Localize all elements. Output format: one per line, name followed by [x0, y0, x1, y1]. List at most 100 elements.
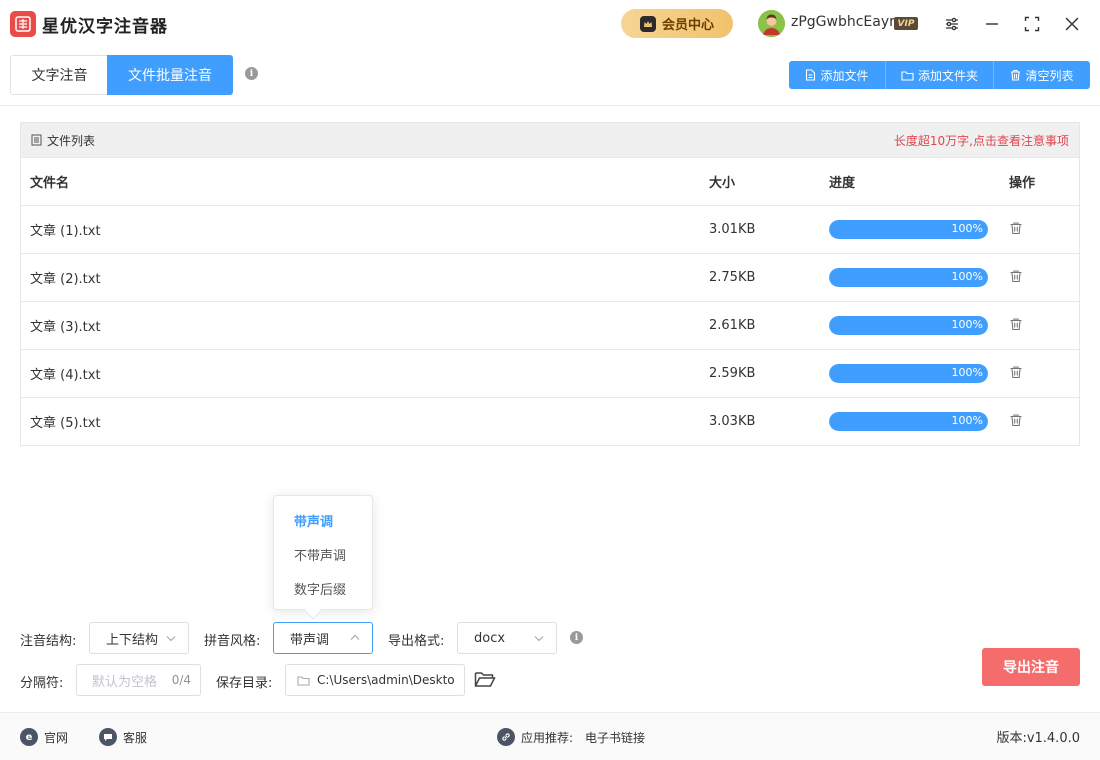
export-annotation-button[interactable]: 导出注音: [982, 648, 1080, 686]
info-icon[interactable]: i: [245, 67, 258, 80]
trash-icon: [1010, 317, 1022, 330]
settings-sliders-icon[interactable]: [940, 12, 964, 36]
chevron-down-icon: [166, 636, 176, 642]
export-format-value: docx: [474, 630, 506, 646]
file-name: 文章 (1).txt: [30, 224, 101, 239]
separator-label: 分隔符:: [20, 676, 64, 691]
divider: [0, 105, 1100, 106]
pinyin-style-select[interactable]: 带声调: [273, 622, 373, 654]
delete-row-button[interactable]: [1009, 221, 1023, 239]
ebook-link[interactable]: 电子书链接: [585, 729, 645, 746]
app-recommend: 应用推荐: 电子书链接: [497, 728, 645, 746]
separator-count: 0/4: [171, 673, 191, 687]
pinyin-style-dropdown: 带声调 不带声调 数字后缀: [273, 495, 373, 610]
folder-open-icon[interactable]: [474, 670, 496, 693]
trash-icon: [1010, 221, 1022, 234]
dropdown-option-number-suffix[interactable]: 数字后缀: [294, 579, 346, 598]
export-format-label: 导出格式:: [388, 634, 445, 649]
vip-center-label: 会员中心: [661, 18, 714, 33]
trash-icon: [1011, 69, 1021, 81]
delete-row-button[interactable]: [1009, 317, 1023, 335]
file-actions-group: 添加文件 添加文件夹 清空列表: [789, 61, 1090, 89]
separator-placeholder: 默认为空格: [92, 674, 158, 690]
support-link[interactable]: 客服: [99, 728, 147, 746]
file-list-header: 文件列表 长度超10万字,点击查看注意事项: [20, 122, 1080, 158]
trash-icon: [1010, 269, 1022, 282]
pinyin-style-value: 带声调: [290, 632, 330, 648]
chevron-down-icon: [534, 636, 544, 642]
save-dir-value: C:\Users\admin\Deskto: [317, 673, 455, 687]
progress-bar: 100%: [829, 412, 988, 431]
file-size: 2.59KB: [709, 366, 756, 381]
close-icon[interactable]: [1060, 12, 1084, 36]
avatar[interactable]: [758, 10, 785, 37]
website-link[interactable]: e 官网: [20, 728, 68, 746]
progress-bar: 100%: [829, 268, 988, 287]
recommend-label: 应用推荐:: [521, 730, 574, 745]
file-list-title: 文件列表: [31, 132, 95, 149]
dropdown-option-no-tone[interactable]: 不带声调: [294, 545, 346, 564]
file-list-title-text: 文件列表: [47, 133, 96, 148]
file-name: 文章 (5).txt: [30, 416, 101, 431]
version-text: 版本:v1.4.0.0: [996, 731, 1080, 746]
username[interactable]: zPgGwbhcEayr: [791, 14, 895, 30]
col-size: 大小: [709, 176, 736, 191]
save-dir-input[interactable]: C:\Users\admin\Deskto: [285, 664, 465, 696]
progress-bar: 100%: [829, 364, 988, 383]
vip-center-button[interactable]: 会员中心: [621, 9, 733, 38]
structure-value: 上下结构: [106, 632, 159, 648]
app-logo-icon: [10, 11, 36, 37]
progress-bar: 100%: [829, 316, 988, 335]
tab-batch-annotation[interactable]: 文件批量注音: [107, 55, 233, 95]
tab-text-annotation[interactable]: 文字注音: [10, 55, 108, 95]
file-icon: [806, 69, 816, 81]
table-row: 文章 (1).txt 3.01KB 100%: [21, 205, 1079, 253]
minimize-icon[interactable]: [980, 12, 1004, 36]
footer: e 官网 客服 应用推荐: 电子书链接 版本:v1.4.0.0: [0, 712, 1100, 760]
progress-label: 100%: [951, 222, 983, 235]
table-header-row: 文件名 大小 进度 操作: [21, 157, 1079, 205]
chat-icon: [99, 728, 117, 746]
file-size: 3.03KB: [709, 414, 756, 429]
col-filename: 文件名: [30, 176, 70, 191]
chevron-up-icon: [350, 634, 360, 640]
delete-row-button[interactable]: [1009, 365, 1023, 383]
trash-icon: [1010, 365, 1022, 378]
trash-icon: [1010, 413, 1022, 426]
add-folder-label: 添加文件夹: [917, 68, 978, 83]
link-icon: [497, 728, 515, 746]
ie-icon: e: [20, 728, 38, 746]
info-icon[interactable]: i: [570, 631, 583, 644]
file-name: 文章 (4).txt: [30, 368, 101, 383]
delete-row-button[interactable]: [1009, 269, 1023, 287]
structure-label: 注音结构:: [20, 634, 77, 649]
table-row: 文章 (3).txt 2.61KB 100%: [21, 301, 1079, 349]
col-progress: 进度: [829, 176, 856, 191]
maximize-icon[interactable]: [1020, 12, 1044, 36]
file-table: 文件名 大小 进度 操作 文章 (1).txt 3.01KB 100% 文章 (…: [20, 157, 1080, 446]
folder-icon: [901, 70, 914, 81]
separator-input[interactable]: 默认为空格 0/4: [76, 664, 201, 696]
export-format-select[interactable]: docx: [457, 622, 557, 654]
clear-list-button[interactable]: 清空列表: [994, 61, 1090, 89]
app-title: 星优汉字注音器: [42, 17, 168, 37]
add-folder-button[interactable]: 添加文件夹: [886, 61, 994, 89]
add-file-button[interactable]: 添加文件: [789, 61, 886, 89]
length-notice-link[interactable]: 长度超10万字,点击查看注意事项: [894, 132, 1069, 149]
file-size: 2.75KB: [709, 270, 756, 285]
progress-label: 100%: [951, 270, 983, 283]
title-bar: 星优汉字注音器 会员中心 zPgGwbhcEayr VIP: [0, 0, 1100, 48]
list-icon: [31, 134, 42, 146]
progress-label: 100%: [951, 318, 983, 331]
crown-icon: [639, 15, 656, 32]
add-file-label: 添加文件: [820, 68, 869, 83]
dropdown-option-with-tone[interactable]: 带声调: [294, 511, 333, 530]
website-label: 官网: [44, 730, 69, 745]
progress-label: 100%: [951, 414, 983, 427]
delete-row-button[interactable]: [1009, 413, 1023, 431]
vip-badge: VIP: [894, 17, 918, 30]
structure-select[interactable]: 上下结构: [89, 622, 189, 654]
table-row: 文章 (4).txt 2.59KB 100%: [21, 349, 1079, 397]
table-row: 文章 (5).txt 3.03KB 100%: [21, 397, 1079, 445]
col-actions: 操作: [1009, 176, 1036, 191]
